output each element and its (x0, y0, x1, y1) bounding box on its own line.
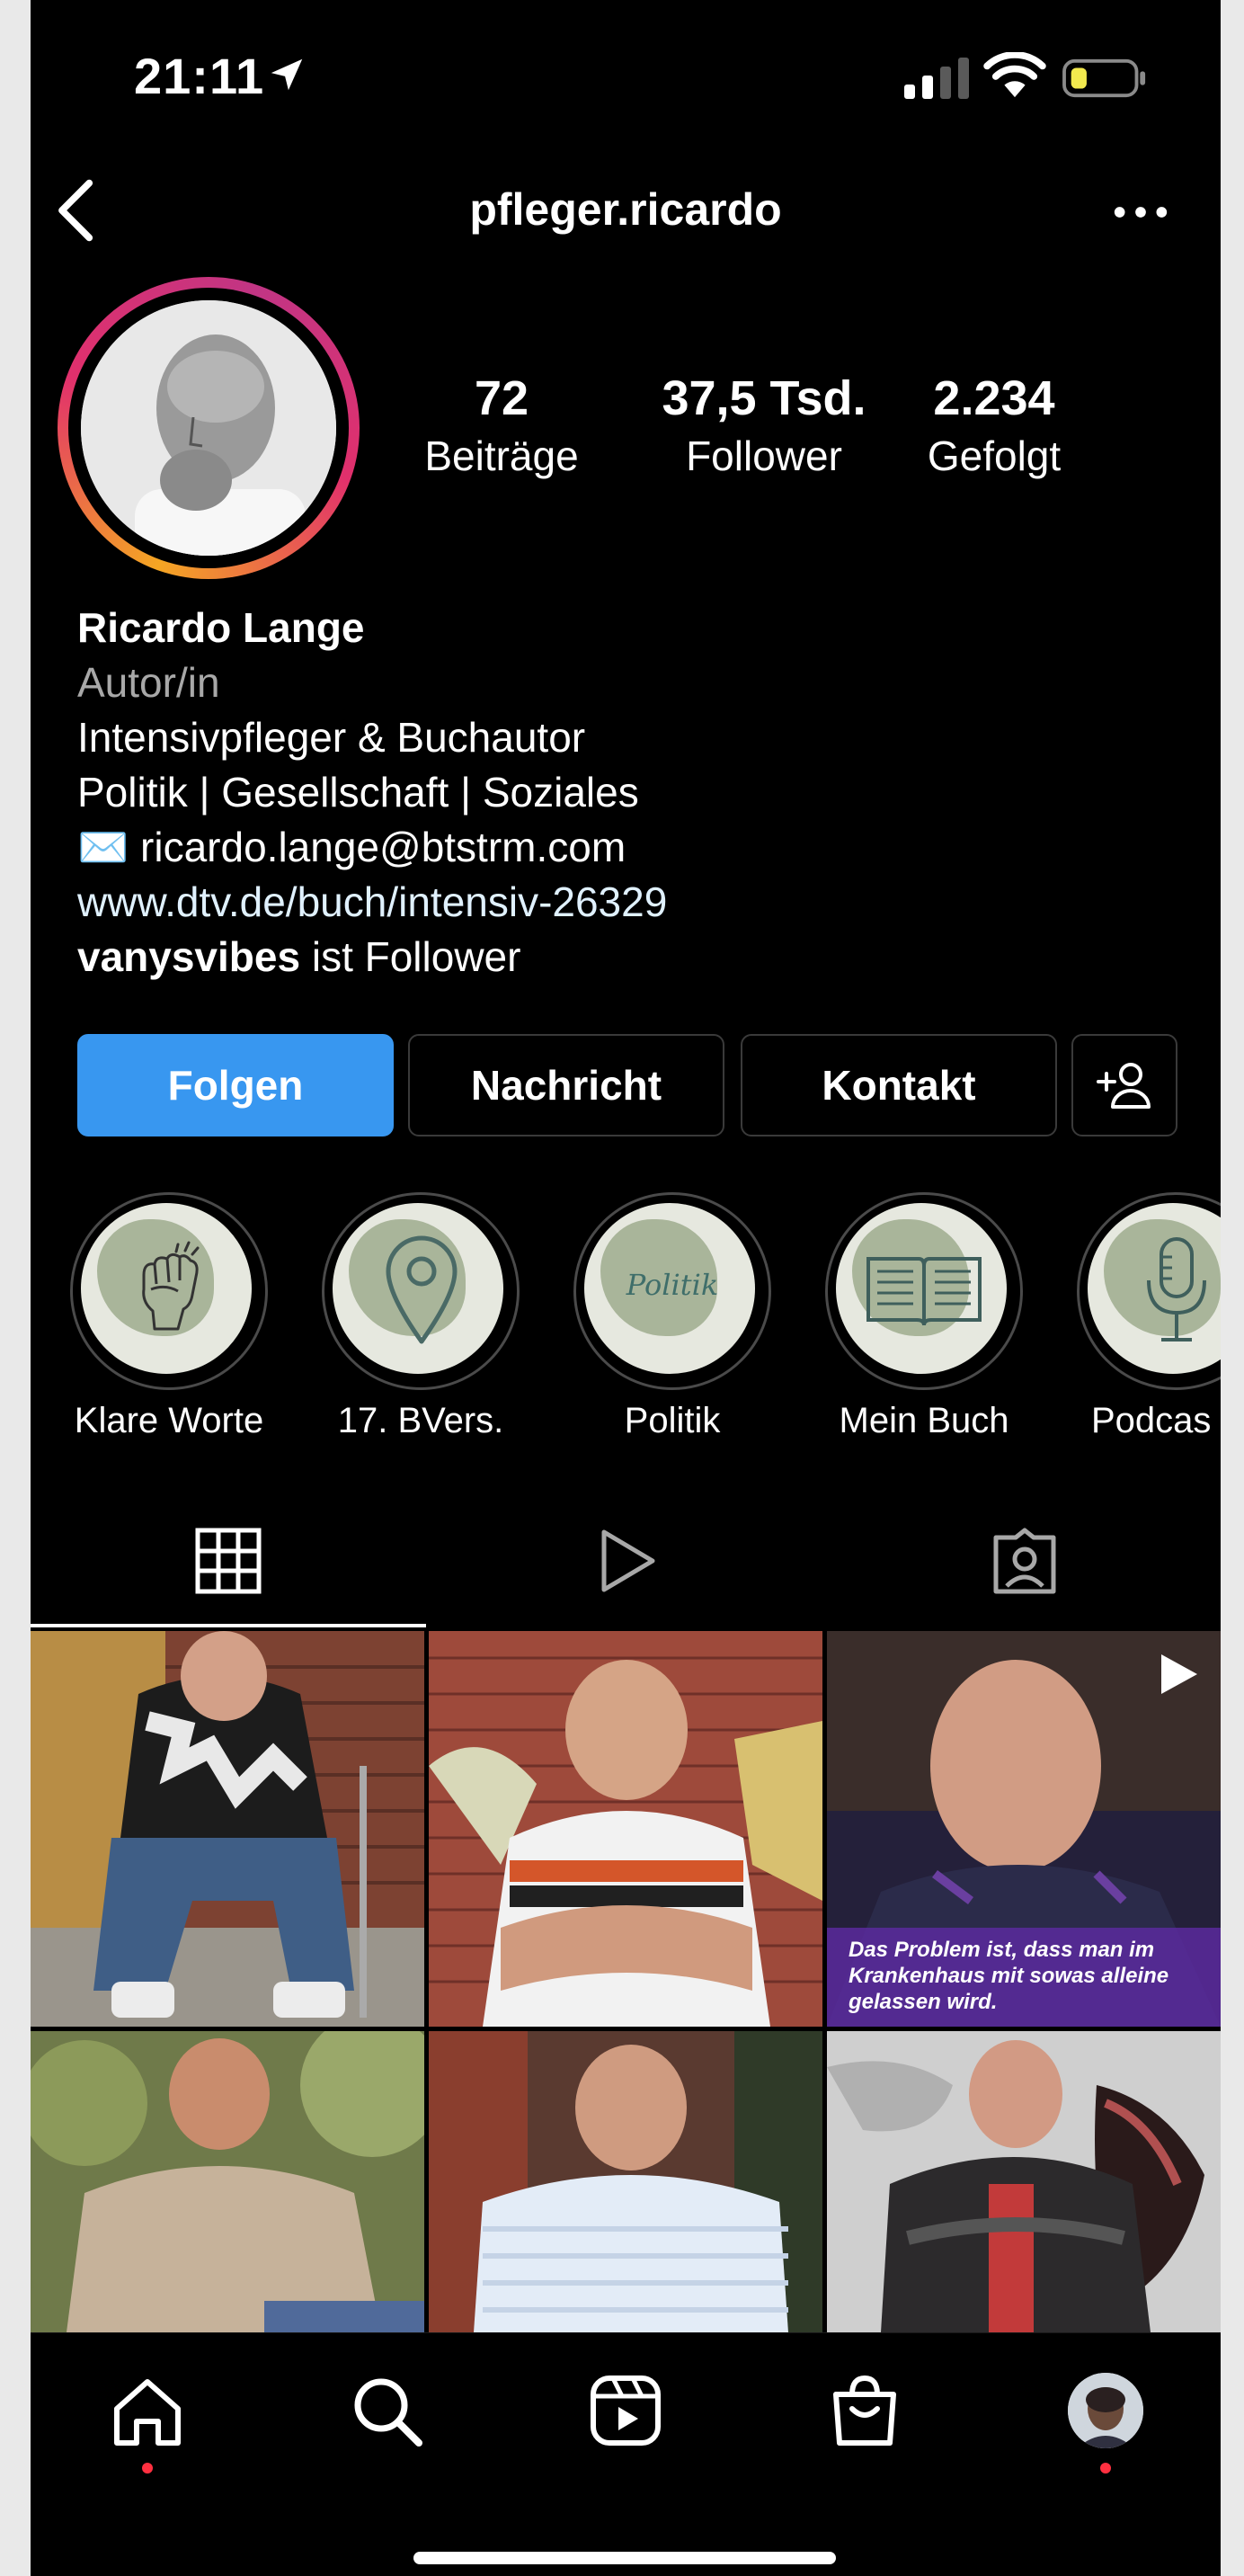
map-pin-icon (386, 1235, 458, 1344)
reels-icon[interactable] (588, 2373, 663, 2448)
post-caption: Das Problem ist, dass man im Krankenhaus… (849, 1938, 1169, 2014)
grid-icon[interactable] (192, 1525, 264, 1597)
post-thumbnail[interactable] (31, 1631, 424, 2027)
battery-icon (1062, 58, 1146, 98)
bio-line: Politik | Gesellschaft | Soziales (77, 769, 639, 816)
home-indicator[interactable] (413, 2552, 836, 2564)
stat-posts-label: Beiträge (424, 432, 579, 479)
location-arrow-icon (271, 58, 303, 91)
politik-text: Politik (626, 1268, 719, 1302)
stat-followers[interactable]: 37,5 Tsd. Follower (638, 370, 890, 480)
stat-followers-label: Follower (686, 432, 842, 479)
tagged-icon[interactable] (989, 1525, 1061, 1597)
post-thumbnail[interactable] (429, 1631, 822, 2027)
profile-username: pfleger.ricardo (469, 184, 782, 235)
profile-avatar-ring[interactable] (58, 277, 360, 579)
followed-by-suffix: ist Follower (300, 933, 521, 980)
microphone-icon (1147, 1237, 1206, 1341)
stat-following-value: 2.234 (933, 371, 1055, 425)
highlight-label: Podcas (1091, 1401, 1212, 1440)
add-person-icon (1097, 1063, 1151, 1109)
profile-bio: Ricardo Lange Autor/in Intensivpfleger &… (77, 601, 1192, 985)
fist-icon (142, 1241, 200, 1331)
bottom-nav (31, 2332, 1221, 2576)
profile-notification-dot (1100, 2463, 1111, 2473)
highlight-politik[interactable]: Politik Politik (573, 1192, 771, 1462)
followed-by[interactable]: vanysvibes ist Follower (77, 930, 1192, 985)
app-screen: 21:11 pfleger.ricardo 72 Beiträge 37,5 T… (31, 0, 1221, 2576)
post-grid: Das Problem ist, dass man im Krankenhaus… (31, 1631, 1221, 2332)
search-icon[interactable] (349, 2373, 424, 2448)
contact-button[interactable]: Kontakt (741, 1034, 1057, 1136)
profile-avatar (81, 300, 336, 556)
bio-line: Intensivpfleger & Buchautor (77, 714, 586, 761)
follow-button[interactable]: Folgen (77, 1034, 394, 1136)
post-thumbnail-video[interactable]: Das Problem ist, dass man im Krankenhaus… (827, 1631, 1221, 2027)
wifi-icon (983, 52, 1046, 98)
followed-by-user: vanysvibes (77, 933, 301, 980)
stat-posts-value: 72 (474, 371, 529, 425)
highlight-mein-buch[interactable]: Mein Buch (825, 1192, 1023, 1462)
post-thumbnail[interactable] (31, 2031, 424, 2332)
bio-email[interactable]: ✉️ ricardo.lange@btstrm.com (77, 820, 1192, 875)
more-icon[interactable] (1109, 194, 1172, 230)
profile-avatar[interactable] (1068, 2373, 1143, 2448)
profile-category: Autor/in (77, 659, 220, 706)
message-button[interactable]: Nachricht (408, 1034, 724, 1136)
highlight-label: Mein Buch (839, 1401, 1009, 1440)
suggest-users-button[interactable] (1071, 1034, 1177, 1136)
stat-followers-value: 37,5 Tsd. (662, 371, 866, 425)
shop-icon[interactable] (827, 2373, 902, 2448)
highlight-klare-worte[interactable]: Klare Worte (70, 1192, 268, 1462)
post-thumbnail[interactable] (429, 2031, 822, 2332)
stat-following[interactable]: 2.234 Gefolgt (886, 370, 1102, 480)
highlight-podcast[interactable]: Podcas (1077, 1192, 1221, 1462)
profile-stats: 72 Beiträge 37,5 Tsd. Follower 2.234 Gef… (424, 370, 1199, 487)
home-notification-dot (142, 2463, 153, 2473)
stat-following-label: Gefolgt (927, 432, 1062, 479)
post-thumbnail[interactable] (827, 2031, 1221, 2332)
status-time: 21:11 (134, 48, 265, 104)
status-bar: 21:11 (31, 0, 1221, 153)
profile-full-name: Ricardo Lange (77, 604, 365, 651)
signal-icon (904, 58, 969, 99)
book-icon (866, 1257, 982, 1326)
bio-link[interactable]: www.dtv.de/buch/intensiv-26329 (77, 875, 1192, 930)
tab-active-indicator (31, 1624, 426, 1627)
reels-tab-icon[interactable] (590, 1525, 662, 1597)
reel-play-icon (1161, 1654, 1197, 1694)
highlight-bvers[interactable]: 17. BVers. (322, 1192, 520, 1462)
stat-posts[interactable]: 72 Beiträge (394, 370, 609, 480)
home-icon[interactable] (110, 2373, 185, 2448)
